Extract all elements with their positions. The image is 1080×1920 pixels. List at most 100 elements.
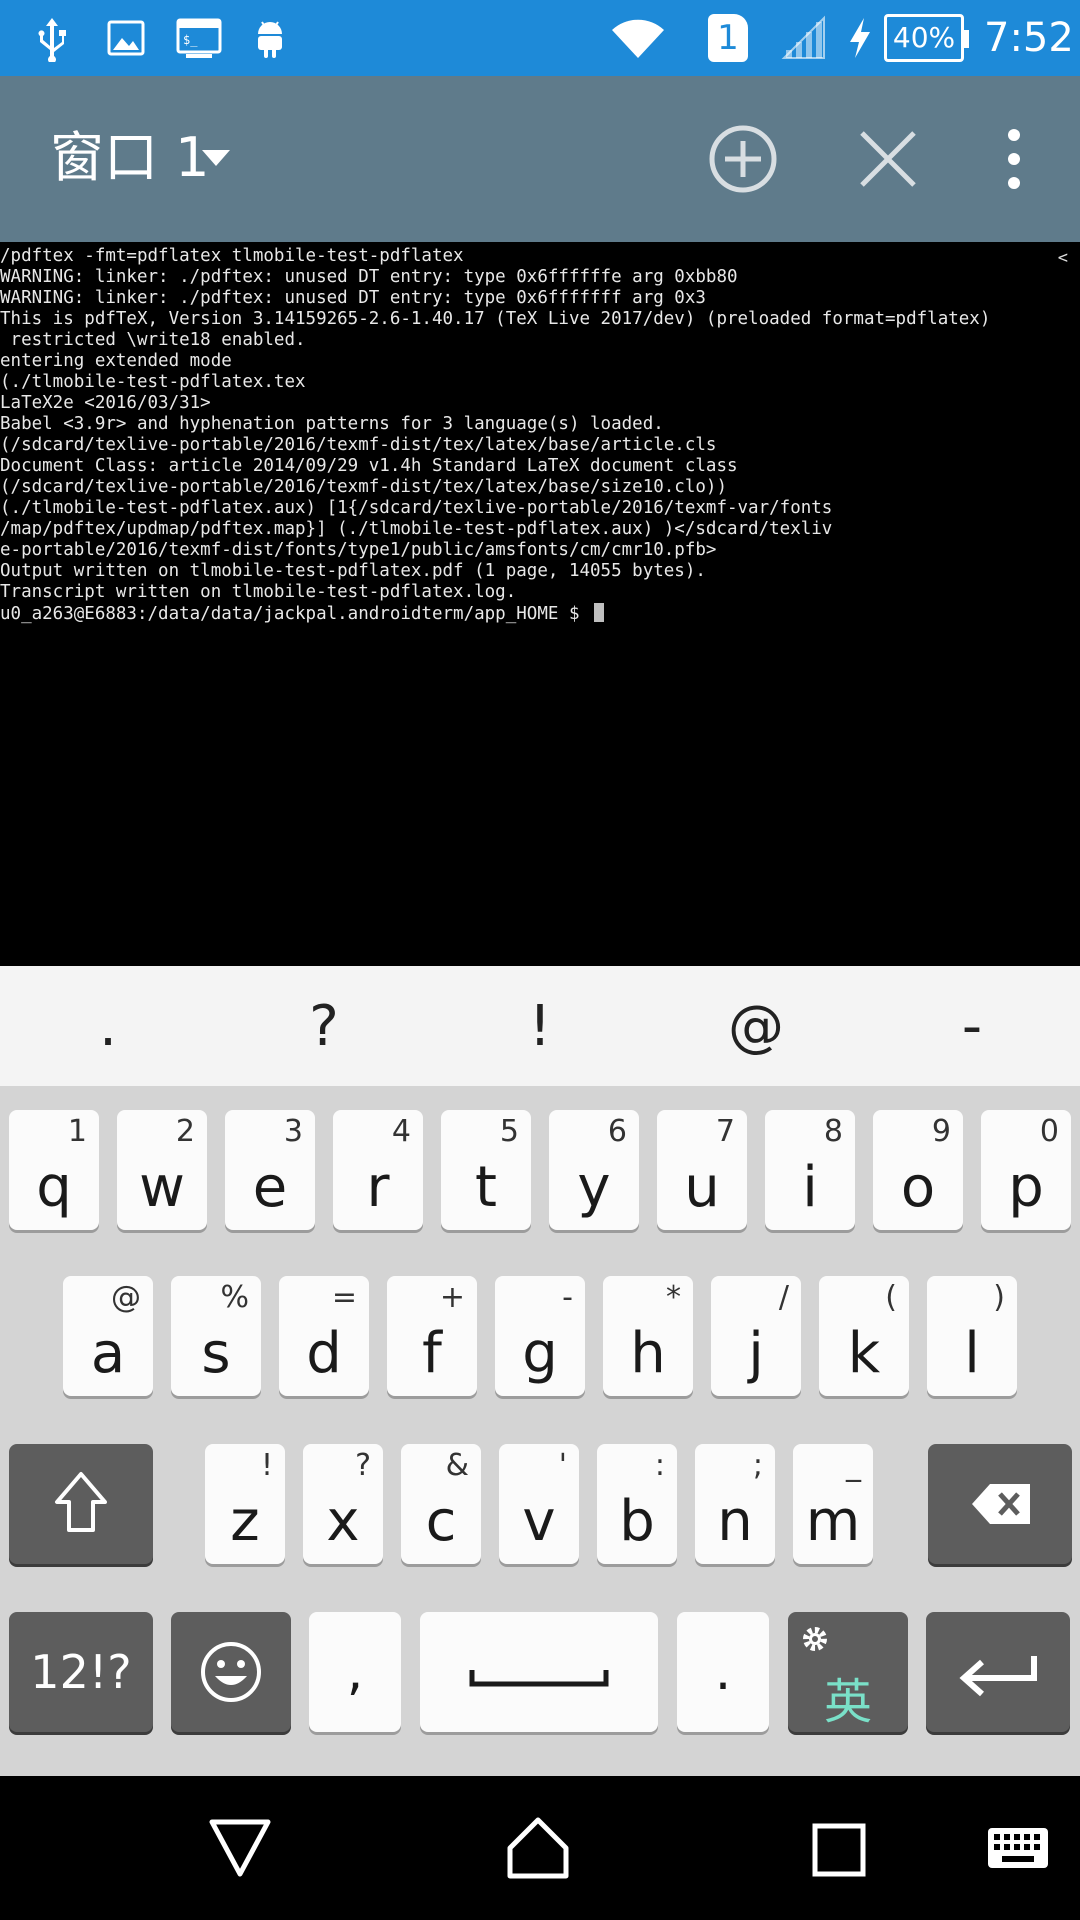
key-z[interactable]: ! z — [205, 1444, 285, 1564]
key-g[interactable]: -g — [495, 1276, 585, 1396]
battery-icon: 40% — [884, 14, 964, 62]
key-o[interactable]: 9o — [873, 1110, 963, 1230]
key-label: r — [366, 1155, 390, 1220]
key-p[interactable]: 0p — [981, 1110, 1071, 1230]
terminal-line: (/sdcard/texlive-portable/2016/texmf-dis… — [0, 477, 727, 497]
terminal-line: (./tlmobile-test-pdflatex.tex — [0, 372, 306, 392]
key-hint: 2 — [175, 1114, 195, 1149]
key-a[interactable]: @ a — [63, 1276, 153, 1396]
key-label: x — [326, 1489, 360, 1554]
overflow-menu-icon[interactable] — [994, 119, 1034, 199]
emoji-icon — [201, 1642, 261, 1702]
key-label: y — [577, 1155, 611, 1220]
key-e[interactable]: 3e — [225, 1110, 315, 1230]
suggestion-item[interactable]: @ — [648, 966, 864, 1086]
battery-percent: 40% — [892, 21, 956, 54]
wifi-icon — [612, 19, 664, 58]
enter-icon — [959, 1656, 1037, 1697]
key-hint: % — [220, 1280, 249, 1315]
space-key[interactable] — [420, 1612, 658, 1732]
key-c[interactable]: & c — [401, 1444, 481, 1564]
key-k[interactable]: (k — [819, 1276, 909, 1396]
backspace-key[interactable] — [928, 1444, 1072, 1564]
key-j[interactable]: / j — [711, 1276, 801, 1396]
terminal-line: entering extended mode — [0, 351, 232, 371]
key-s[interactable]: % s — [171, 1276, 261, 1396]
terminal-line: e-portable/2016/texmf-dist/fonts/type1/p… — [0, 540, 717, 560]
key-q[interactable]: 1q — [9, 1110, 99, 1230]
symbols-key[interactable]: 12!? — [9, 1612, 153, 1732]
key-m[interactable]: _ m — [793, 1444, 873, 1564]
key-label: k — [847, 1321, 881, 1386]
terminal-line: /pdftex -fmt=pdflatex tlmobile-test-pdfl… — [0, 246, 464, 266]
terminal-line: u0_a263@E6883:/data/data/jackpal.android… — [0, 604, 591, 624]
key-hint: 8 — [823, 1114, 843, 1149]
key-v[interactable]: ' v — [499, 1444, 579, 1564]
key-hint: = — [331, 1280, 357, 1315]
key-i[interactable]: 8i — [765, 1110, 855, 1230]
key-t[interactable]: 5t — [441, 1110, 531, 1230]
comma-key[interactable]: , — [309, 1612, 401, 1732]
key-label: e — [252, 1155, 288, 1220]
close-window-icon[interactable] — [848, 119, 928, 199]
key-label: g — [522, 1321, 558, 1386]
key-f[interactable]: + f — [387, 1276, 477, 1396]
key-hint: 4 — [391, 1114, 411, 1149]
home-icon[interactable] — [504, 1812, 572, 1880]
key-label: i — [802, 1155, 818, 1220]
suggestion-item[interactable]: . — [0, 966, 216, 1086]
key-label: w — [139, 1155, 185, 1220]
key-n[interactable]: ; n — [695, 1444, 775, 1564]
backspace-icon — [972, 1484, 1030, 1524]
recents-icon[interactable] — [810, 1812, 868, 1880]
usb-icon — [38, 18, 66, 62]
key-b[interactable]: :b — [597, 1444, 677, 1564]
key-hint: 5 — [499, 1114, 519, 1149]
key-u[interactable]: 7u — [657, 1110, 747, 1230]
window-selector[interactable]: 窗口 1 — [40, 116, 240, 202]
emoji-key[interactable] — [171, 1612, 291, 1732]
language-key[interactable]: 英 — [788, 1612, 908, 1732]
suggestion-item[interactable]: ? — [216, 966, 432, 1086]
charging-icon — [850, 18, 870, 58]
key-hint: 7 — [715, 1114, 735, 1149]
key-hint: 3 — [283, 1114, 303, 1149]
sim-icon: 1 — [708, 14, 748, 62]
period-key[interactable]: . — [677, 1612, 769, 1732]
android-icon — [258, 21, 282, 58]
key-label: j — [748, 1321, 764, 1386]
key-x[interactable]: ? x — [303, 1444, 383, 1564]
key-label: q — [36, 1155, 72, 1220]
key-label: h — [630, 1321, 666, 1386]
add-window-icon[interactable] — [703, 119, 783, 199]
back-icon[interactable] — [206, 1812, 274, 1880]
key-label: f — [422, 1321, 442, 1386]
key-d[interactable]: = d — [279, 1276, 369, 1396]
dropdown-icon — [202, 150, 230, 166]
key-hint: / — [778, 1280, 789, 1315]
key-label: m — [805, 1489, 861, 1554]
suggestion-item[interactable]: - — [864, 966, 1080, 1086]
key-hint: 6 — [607, 1114, 627, 1149]
settings-icon — [803, 1627, 827, 1651]
key-hint: 9 — [931, 1114, 951, 1149]
keyboard-switch-icon[interactable] — [986, 1826, 1050, 1874]
suggestion-strip: . ? ! @ - — [0, 966, 1080, 1086]
key-h[interactable]: * h — [603, 1276, 693, 1396]
shift-key[interactable] — [9, 1444, 153, 1564]
key-hint: ! — [260, 1448, 273, 1483]
key-w[interactable]: 2w — [117, 1110, 207, 1230]
key-hint: ; — [752, 1448, 763, 1483]
enter-key[interactable] — [926, 1612, 1070, 1732]
key-y[interactable]: 6y — [549, 1110, 639, 1230]
key-r[interactable]: 4r — [333, 1110, 423, 1230]
scroll-indicator: < — [1057, 248, 1068, 268]
suggestion-item[interactable]: ! — [432, 966, 648, 1086]
symbols-label: 12!? — [30, 1645, 132, 1699]
terminal-output[interactable]: /pdftex -fmt=pdflatex tlmobile-test-pdfl… — [0, 242, 1080, 966]
key-hint: 0 — [1039, 1114, 1059, 1149]
key-hint: : — [654, 1448, 665, 1483]
key-label: b — [619, 1489, 655, 1554]
key-label: t — [475, 1155, 497, 1220]
key-l[interactable]: ) l — [927, 1276, 1017, 1396]
